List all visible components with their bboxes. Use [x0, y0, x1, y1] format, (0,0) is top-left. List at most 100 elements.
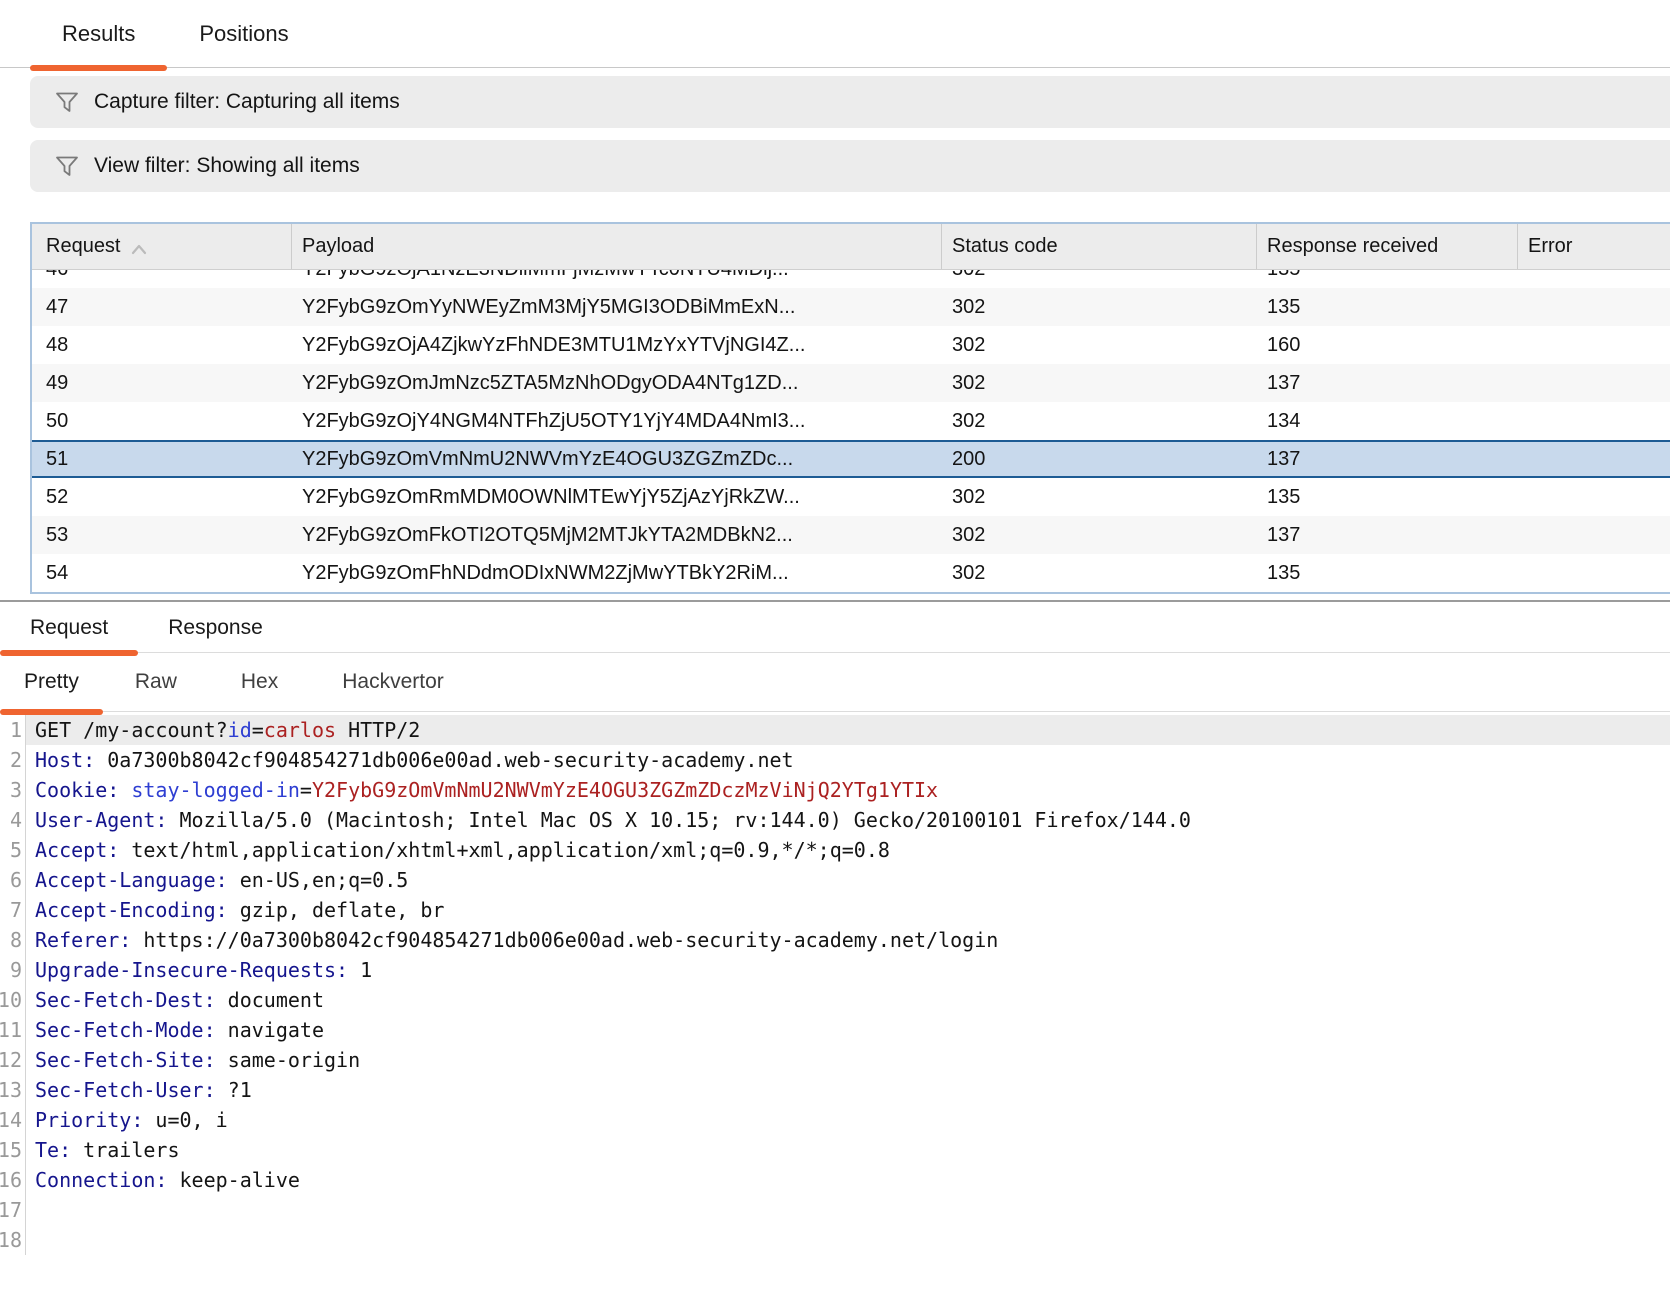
capture-filter-label: Capture filter: Capturing all items — [94, 90, 400, 114]
cell-status-code: 302 — [942, 288, 1257, 326]
line-number: 7 — [0, 895, 26, 925]
line-code: User-Agent: Mozilla/5.0 (Macintosh; Inte… — [26, 805, 1670, 835]
tab-pretty[interactable]: Pretty — [0, 653, 103, 711]
tab-results-label: Results — [62, 21, 135, 47]
editor-line: 3 Cookie: stay-logged-in=Y2FybG9zOmVmNmU… — [0, 775, 1670, 805]
table-row[interactable]: 51 Y2FybG9zOmVmNmU2NWVmYzE4OGU3ZGZmZDc..… — [32, 440, 1670, 478]
tab-raw-label: Raw — [135, 670, 177, 694]
column-header-payload[interactable]: Payload — [292, 224, 942, 269]
table-row[interactable]: 49 Y2FybG9zOmJmNzc5ZTA5MzNhODgyODA4NTg1Z… — [32, 364, 1670, 402]
line-number: 16 — [0, 1165, 26, 1195]
line-number: 3 — [0, 775, 26, 805]
editor-line: 11 Sec-Fetch-Mode: navigate — [0, 1015, 1670, 1045]
cell-error — [1518, 402, 1670, 440]
cell-request-number: 53 — [32, 516, 292, 554]
cell-status-code: 200 — [942, 442, 1257, 476]
cell-error — [1518, 442, 1670, 476]
cell-status-code: 302 — [942, 364, 1257, 402]
line-code: Te: trailers — [26, 1135, 1670, 1165]
cell-response-received: 135 — [1257, 270, 1518, 288]
cell-response-received: 137 — [1257, 442, 1518, 476]
tab-request[interactable]: Request — [0, 603, 138, 652]
editor-line: 4 User-Agent: Mozilla/5.0 (Macintosh; In… — [0, 805, 1670, 835]
results-table: Request Payload Status code Response rec… — [30, 222, 1670, 594]
editor-line: 15 Te: trailers — [0, 1135, 1670, 1165]
cell-status-code: 302 — [942, 478, 1257, 516]
column-header-status-code[interactable]: Status code — [942, 224, 1257, 269]
editor-line: 5 Accept: text/html,application/xhtml+xm… — [0, 835, 1670, 865]
line-number: 5 — [0, 835, 26, 865]
editor-line: 16 Connection: keep-alive — [0, 1165, 1670, 1195]
column-header-response-received[interactable]: Response received — [1257, 224, 1518, 269]
line-number: 14 — [0, 1105, 26, 1135]
editor-line: 14 Priority: u=0, i — [0, 1105, 1670, 1135]
tab-hex-label: Hex — [241, 670, 278, 694]
panel-splitter[interactable] — [0, 600, 1670, 602]
message-view-tab-bar: Pretty Raw Hex Hackvertor — [0, 653, 1670, 712]
tab-request-label: Request — [30, 616, 108, 640]
cell-request-number: 54 — [32, 554, 292, 592]
tab-results[interactable]: Results — [30, 0, 167, 67]
cell-response-received: 134 — [1257, 402, 1518, 440]
editor-line: 1 GET /my-account?id=carlos HTTP/2 — [0, 715, 1670, 745]
table-row[interactable]: 48 Y2FybG9zOjA4ZjkwYzFhNDE3MTU1MzYxYTVjN… — [32, 326, 1670, 364]
line-code: Accept-Language: en-US,en;q=0.5 — [26, 865, 1670, 895]
cell-status-code: 302 — [942, 516, 1257, 554]
line-number: 4 — [0, 805, 26, 835]
line-code — [26, 1225, 1670, 1255]
cell-error — [1518, 554, 1670, 592]
tab-hackvertor-label: Hackvertor — [342, 670, 444, 694]
tab-positions[interactable]: Positions — [167, 0, 320, 67]
cell-response-received: 160 — [1257, 326, 1518, 364]
line-code: Cookie: stay-logged-in=Y2FybG9zOmVmNmU2N… — [26, 775, 1670, 805]
cell-payload: Y2FybG9zOmFkOTI2OTQ5MjM2MTJkYTA2MDBkN2..… — [292, 516, 942, 554]
cell-error — [1518, 516, 1670, 554]
request-editor[interactable]: 1 GET /my-account?id=carlos HTTP/2 2 Hos… — [0, 713, 1670, 1316]
table-row[interactable]: 53 Y2FybG9zOmFkOTI2OTQ5MjM2MTJkYTA2MDBkN… — [32, 516, 1670, 554]
cell-request-number: 52 — [32, 478, 292, 516]
cell-error — [1518, 326, 1670, 364]
cell-payload: Y2FybG9zOjY4NGM4NTFhZjU5OTY1YjY4MDA4NmI3… — [292, 402, 942, 440]
cell-payload: Y2FybG9zOmFhNDdmODIxNWM2ZjMwYTBkY2RiM... — [292, 554, 942, 592]
line-number: 9 — [0, 955, 26, 985]
tab-hackvertor[interactable]: Hackvertor — [310, 653, 476, 711]
editor-line: 13 Sec-Fetch-User: ?1 — [0, 1075, 1670, 1105]
editor-line: 12 Sec-Fetch-Site: same-origin — [0, 1045, 1670, 1075]
cell-error — [1518, 270, 1670, 288]
table-row[interactable]: 50 Y2FybG9zOjY4NGM4NTFhZjU5OTY1YjY4MDA4N… — [32, 402, 1670, 440]
filter-funnel-icon — [54, 90, 80, 114]
view-filter-bar[interactable]: View filter: Showing all items — [30, 140, 1670, 192]
tab-response[interactable]: Response — [138, 603, 293, 652]
attack-tab-bar: Results Positions — [0, 0, 1670, 68]
tab-response-label: Response — [168, 616, 263, 640]
editor-line: 6 Accept-Language: en-US,en;q=0.5 — [0, 865, 1670, 895]
table-body: 46 Y2FybG9zOjA1NzE3NDliMmFjMzMwYTc0NTU4M… — [32, 270, 1670, 592]
cell-payload: Y2FybG9zOmVmNmU2NWVmYzE4OGU3ZGZmZDc... — [292, 442, 942, 476]
tab-raw[interactable]: Raw — [103, 653, 209, 711]
line-number: 10 — [0, 985, 26, 1015]
cell-error — [1518, 364, 1670, 402]
line-code: Sec-Fetch-Site: same-origin — [26, 1045, 1670, 1075]
line-number: 2 — [0, 745, 26, 775]
table-row[interactable]: 54 Y2FybG9zOmFhNDdmODIxNWM2ZjMwYTBkY2RiM… — [32, 554, 1670, 592]
table-row[interactable]: 52 Y2FybG9zOmRmMDM0OWNlMTEwYjY5ZjAzYjRkZ… — [32, 478, 1670, 516]
cell-error — [1518, 288, 1670, 326]
column-header-request[interactable]: Request — [32, 224, 292, 269]
line-code: Sec-Fetch-Dest: document — [26, 985, 1670, 1015]
cell-status-code: 302 — [942, 326, 1257, 364]
capture-filter-bar[interactable]: Capture filter: Capturing all items — [30, 76, 1670, 128]
table-row[interactable]: 46 Y2FybG9zOjA1NzE3NDliMmFjMzMwYTc0NTU4M… — [32, 270, 1670, 288]
line-code: Upgrade-Insecure-Requests: 1 — [26, 955, 1670, 985]
table-row[interactable]: 47 Y2FybG9zOmYyNWEyZmM3MjY5MGI3ODBiMmExN… — [32, 288, 1670, 326]
column-header-error[interactable]: Error — [1518, 224, 1670, 269]
line-code: Sec-Fetch-User: ?1 — [26, 1075, 1670, 1105]
line-number: 11 — [0, 1015, 26, 1045]
filter-funnel-icon — [54, 154, 80, 178]
editor-line: 8 Referer: https://0a7300b8042cf90485427… — [0, 925, 1670, 955]
cell-request-number: 47 — [32, 288, 292, 326]
editor-line: 2 Host: 0a7300b8042cf904854271db006e00ad… — [0, 745, 1670, 775]
tab-hex[interactable]: Hex — [209, 653, 310, 711]
cell-response-received: 135 — [1257, 478, 1518, 516]
line-number: 15 — [0, 1135, 26, 1165]
cell-error — [1518, 478, 1670, 516]
